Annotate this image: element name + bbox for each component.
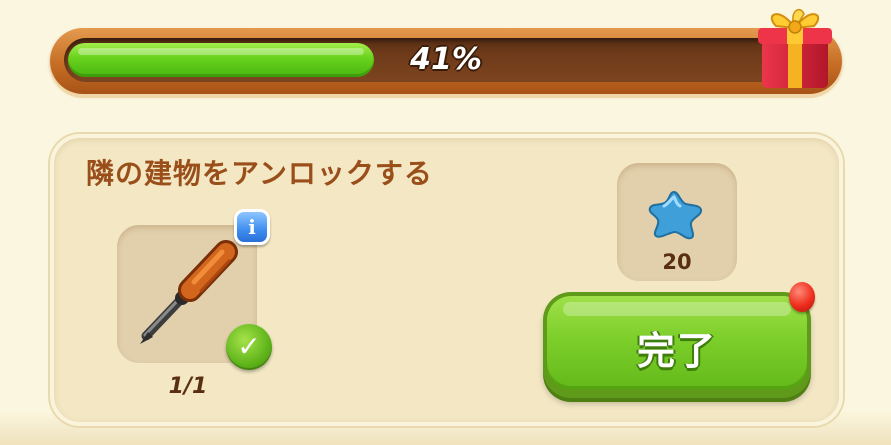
notification-dot (789, 282, 815, 312)
blue-star-icon (648, 190, 703, 240)
progress-bar: 41% (50, 28, 842, 94)
task-title: 隣の建物をアンロックする (86, 157, 433, 190)
info-button[interactable]: i (234, 209, 270, 245)
complete-button[interactable]: 完了 (543, 292, 811, 398)
progress-percent-label: 41% (410, 42, 482, 77)
gift-box-icon[interactable] (754, 0, 836, 92)
check-mark-icon: ✓ (226, 324, 272, 370)
complete-button-label: 完了 (636, 329, 717, 373)
complete-button-face: 完了 (547, 296, 807, 390)
required-item-count: 1/1 (168, 374, 208, 399)
reward-amount: 20 (662, 250, 692, 274)
